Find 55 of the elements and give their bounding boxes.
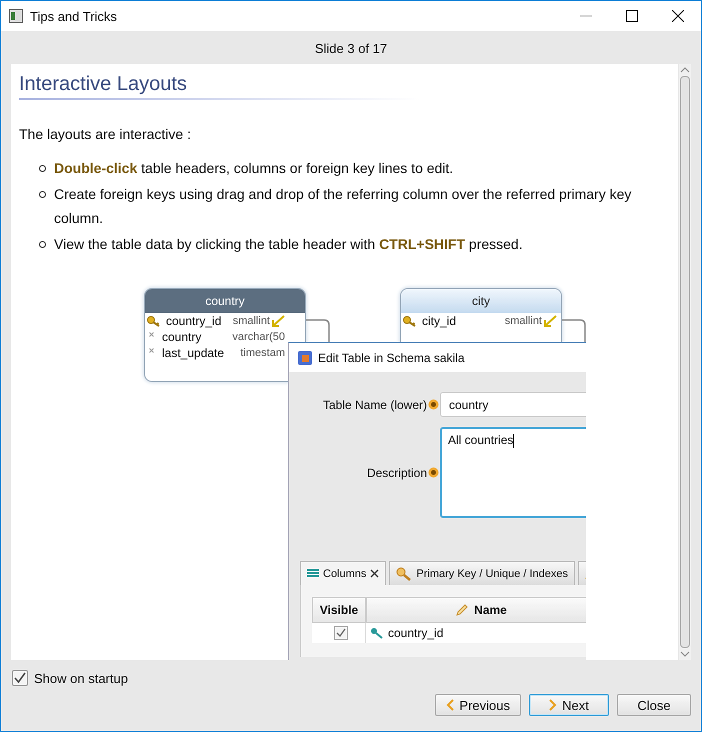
- next-button[interactable]: Next: [529, 694, 609, 716]
- visible-checkbox[interactable]: [334, 626, 348, 640]
- window-icon: [9, 9, 23, 23]
- column-name: country_id: [166, 314, 222, 328]
- bullet-dot-icon: [39, 165, 46, 172]
- close-icon[interactable]: [672, 10, 684, 22]
- bullet-dot-icon: [39, 191, 46, 198]
- intro-text: The layouts are interactive :: [19, 126, 192, 142]
- checkbox-label: Show on startup: [34, 670, 128, 686]
- window-title: Tips and Tricks: [30, 8, 118, 24]
- slide-counter: Slide 3 of 17: [314, 40, 388, 58]
- previous-button[interactable]: Previous: [435, 694, 521, 716]
- bullet-text: View the table data by clicking the table header with CTRL+SHIFT pressed.: [54, 235, 524, 254]
- maximize-icon[interactable]: [626, 10, 638, 22]
- slide-heading: Interactive Layouts: [19, 72, 188, 96]
- column-name: city_id: [422, 314, 458, 328]
- entity-table[interactable]: country country_id smallint country varchar(50 last_update timestam: [144, 288, 306, 382]
- bullet-text: Double-click table headers, columns or foreign key lines to edit.: [54, 159, 454, 178]
- column-marker-icon: [149, 332, 154, 336]
- column-header[interactable]: Name: [366, 597, 586, 623]
- table-name-field[interactable]: country: [440, 392, 586, 417]
- column-header[interactable]: Visible: [312, 597, 366, 623]
- check-icon: [336, 628, 346, 638]
- column-name: last_update: [162, 346, 226, 360]
- foreign-key-arrow-icon: [271, 315, 285, 327]
- chevron-left-icon: [446, 699, 454, 711]
- field-label: Table Name (lower): [322, 398, 427, 412]
- scroll-up-icon[interactable]: [680, 67, 690, 73]
- column-type: smallint: [232, 315, 270, 327]
- help-icon[interactable]: [428, 467, 439, 478]
- table-cell: country_id: [388, 626, 444, 640]
- description-field[interactable]: All countries: [440, 427, 586, 518]
- columns-icon: [307, 568, 319, 578]
- column-type: smallint: [504, 315, 542, 327]
- chevron-right-icon: [549, 699, 558, 711]
- close-button[interactable]: Close: [617, 694, 691, 716]
- pencil-icon: [455, 603, 470, 617]
- table-header[interactable]: country: [145, 289, 305, 313]
- column-type: timestam: [240, 347, 285, 359]
- tab[interactable]: Columns: [300, 561, 386, 585]
- tab[interactable]: Primary Key / Unique / Indexes: [389, 561, 576, 585]
- cube-icon: [297, 350, 313, 366]
- column-type: varchar(50: [232, 331, 285, 343]
- bullet-text: Create foreign keys using drag and drop of the referring column over the referred primary key column.: [54, 185, 632, 228]
- column-marker-icon: [149, 348, 154, 352]
- foreign-key-arrow-icon: [543, 315, 557, 327]
- help-icon[interactable]: [428, 399, 439, 410]
- scroll-down-icon[interactable]: [680, 651, 690, 657]
- close-tab-icon[interactable]: [370, 569, 380, 578]
- column-name: country: [162, 330, 202, 344]
- scrollbar[interactable]: [679, 64, 691, 660]
- bullet-dot-icon: [39, 241, 46, 248]
- table-header[interactable]: city: [401, 289, 561, 313]
- field-label: Description: [366, 466, 427, 480]
- startup-checkbox[interactable]: [12, 670, 28, 686]
